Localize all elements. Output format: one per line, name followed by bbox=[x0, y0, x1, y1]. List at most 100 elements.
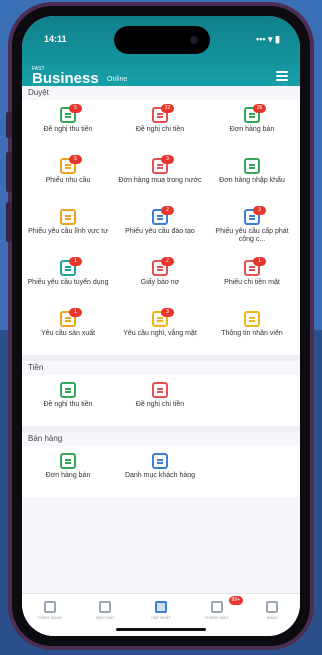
document-icon: 2 bbox=[152, 206, 174, 225]
phone-frame: 14:11 ••• ▾ ▮ FAST Business Online Duyệt… bbox=[6, 2, 314, 650]
count-badge: 5 bbox=[69, 104, 82, 113]
menu-item[interactable]: 3 Đơn hàng mua trong nước bbox=[114, 151, 206, 202]
count-badge: 2 bbox=[161, 206, 174, 215]
count-badge: 5 bbox=[69, 155, 82, 164]
status-icons: ••• ▾ ▮ bbox=[256, 34, 280, 44]
menu-item[interactable]: 2 Giấy báo nợ bbox=[114, 253, 206, 304]
menu-item-label: Danh mục khách hàng bbox=[124, 472, 196, 479]
section-grid: 5 Đề nghị thu tiền 22 Đề nghị chi tiền 26 Đơn… bbox=[22, 100, 300, 355]
menu-item[interactable]: 5 Phiếu nhu cầu bbox=[22, 151, 114, 202]
section-grid: Đề nghị thu tiền Đề nghị chi tiền bbox=[22, 375, 300, 426]
section-title: Duyệt bbox=[28, 88, 49, 97]
document-icon: 2 bbox=[152, 257, 174, 276]
menu-item-label: Đề nghị chi tiền bbox=[135, 401, 185, 408]
menu-item[interactable]: 26 Đơn hàng bán bbox=[206, 100, 298, 151]
document-icon: 26 bbox=[244, 104, 266, 123]
count-badge: 2 bbox=[161, 257, 174, 266]
count-badge: 1 bbox=[69, 257, 82, 266]
menu-item-label: Thông tin nhân viên bbox=[221, 330, 283, 337]
app-logo-sub: Online bbox=[107, 76, 128, 83]
camera-icon bbox=[190, 36, 198, 44]
menu-item-label: Yêu cầu nghỉ, vắng mặt bbox=[123, 330, 197, 337]
menu-item[interactable]: 1 Phiếu yêu cầu tuyển dụng bbox=[22, 253, 114, 304]
document-icon: 5 bbox=[60, 155, 82, 174]
menu-item-label: Giấy báo nợ bbox=[140, 279, 180, 286]
count-badge: 3 bbox=[161, 155, 174, 164]
status-time: 14:11 bbox=[44, 34, 67, 44]
menu-item-label: Đề nghị chi tiền bbox=[135, 126, 185, 133]
menu-item-label: Phiếu yêu cầu cấp phát công c... bbox=[215, 228, 289, 243]
document-icon bbox=[244, 158, 260, 174]
notification-badge: 99+ bbox=[228, 596, 243, 605]
menu-item[interactable]: Danh mục khách hàng bbox=[114, 446, 206, 497]
document-icon: 1 bbox=[244, 257, 266, 276]
document-icon: 3 bbox=[244, 206, 266, 225]
menu-item-label: Đơn hàng bán bbox=[229, 126, 275, 133]
report-icon bbox=[99, 601, 112, 613]
document-icon: 1 bbox=[60, 257, 82, 276]
screen: 14:11 ••• ▾ ▮ FAST Business Online Duyệt… bbox=[22, 16, 300, 636]
tab-item[interactable]: TỔNG QUAN bbox=[22, 594, 78, 636]
tab-label: THÔNG BÁO bbox=[204, 615, 229, 620]
tab-label: TỔNG QUAN bbox=[37, 615, 62, 620]
document-icon bbox=[244, 311, 260, 327]
menu-item[interactable]: 22 Đề nghị chi tiền bbox=[114, 100, 206, 151]
count-badge: 3 bbox=[161, 308, 174, 317]
menu-item-label: Đơn hàng mua trong nước bbox=[118, 177, 202, 184]
more-icon bbox=[266, 601, 279, 613]
home-icon bbox=[43, 601, 56, 613]
document-icon bbox=[152, 453, 168, 469]
menu-item[interactable]: Đề nghị chi tiền bbox=[114, 375, 206, 426]
menu-item[interactable]: 2 Phiếu yêu cầu đào tạo bbox=[114, 202, 206, 253]
menu-item-label: Phiếu yêu cầu đào tạo bbox=[125, 228, 195, 235]
menu-item[interactable]: Đơn hàng nhập khẩu bbox=[206, 151, 298, 202]
menu-item-label: Phiếu yêu cầu lĩnh vực tư bbox=[28, 228, 108, 235]
dynamic-island bbox=[114, 26, 210, 54]
menu-item[interactable]: Đề nghị thu tiền bbox=[22, 375, 114, 426]
tab-label: CẬP NHẬT bbox=[150, 615, 172, 620]
menu-item[interactable]: Đơn hàng bán bbox=[22, 446, 114, 497]
count-badge: 26 bbox=[253, 104, 266, 113]
document-icon: 1 bbox=[60, 308, 82, 327]
update-icon bbox=[154, 601, 167, 613]
count-badge: 1 bbox=[69, 308, 82, 317]
bell-icon bbox=[210, 601, 223, 613]
document-icon bbox=[152, 382, 168, 398]
content: Duyệt 5 Đề nghị thu tiền 22 Đề nghị chi tiền… bbox=[22, 86, 300, 497]
count-badge: 22 bbox=[161, 104, 174, 113]
menu-item-label: Yêu cầu sản xuất bbox=[40, 330, 96, 337]
document-icon bbox=[60, 209, 76, 225]
app-header: 14:11 ••• ▾ ▮ FAST Business Online bbox=[22, 16, 300, 87]
section-grid: Đơn hàng bán Danh mục khách hàng bbox=[22, 446, 300, 497]
menu-item[interactable]: 5 Đề nghị thu tiền bbox=[22, 100, 114, 151]
menu-item[interactable]: 3 Yêu cầu nghỉ, vắng mặt bbox=[114, 304, 206, 355]
document-icon bbox=[60, 382, 76, 398]
count-badge: 1 bbox=[253, 257, 266, 266]
count-badge: 3 bbox=[253, 206, 266, 215]
menu-item[interactable]: Phiếu yêu cầu lĩnh vực tư bbox=[22, 202, 114, 253]
menu-icon[interactable] bbox=[276, 71, 288, 81]
section-title: Bán hàng bbox=[28, 434, 63, 443]
menu-item-label: Phiếu nhu cầu bbox=[45, 177, 91, 184]
tab-item[interactable]: KHÁC bbox=[244, 594, 300, 636]
home-indicator bbox=[116, 628, 206, 631]
document-icon: 3 bbox=[152, 155, 174, 174]
menu-item[interactable]: 3 Phiếu yêu cầu cấp phát công c... bbox=[206, 202, 298, 253]
menu-item-label: Đơn hàng nhập khẩu bbox=[219, 177, 285, 184]
menu-item-label: Phiếu yêu cầu tuyển dụng bbox=[27, 279, 109, 286]
section-title: Tiền bbox=[28, 363, 44, 372]
menu-item-label: Đơn hàng bán bbox=[45, 472, 91, 479]
menu-item-label: Đề nghị thu tiền bbox=[43, 401, 93, 408]
menu-item[interactable]: 1 Phiếu chi tiền mặt bbox=[206, 253, 298, 304]
document-icon: 5 bbox=[60, 104, 82, 123]
menu-item-label: Đề nghị thu tiền bbox=[43, 126, 93, 133]
menu-item[interactable]: 1 Yêu cầu sản xuất bbox=[22, 304, 114, 355]
document-icon: 3 bbox=[152, 308, 174, 327]
menu-item-label: Phiếu chi tiền mặt bbox=[224, 279, 280, 286]
document-icon bbox=[60, 453, 76, 469]
tab-label: KHÁC bbox=[266, 615, 278, 620]
menu-item[interactable]: Thông tin nhân viên bbox=[206, 304, 298, 355]
tab-label: BÁO CÁO bbox=[96, 615, 115, 620]
document-icon: 22 bbox=[152, 104, 174, 123]
app-logo: Business bbox=[32, 70, 99, 87]
